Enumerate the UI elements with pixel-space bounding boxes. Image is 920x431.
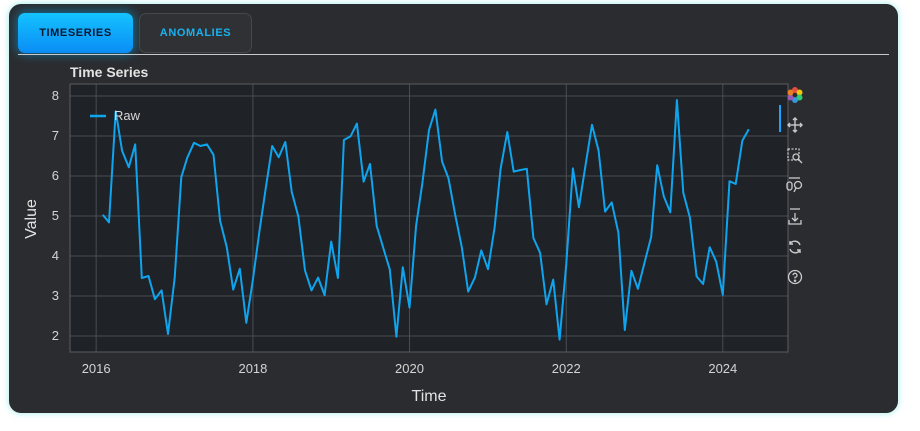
legend-label-raw: Raw <box>114 108 141 123</box>
x-tick-label: 2022 <box>552 361 581 376</box>
x-tick-label: 2016 <box>82 361 111 376</box>
x-axis-label: Time <box>412 388 447 405</box>
pan-icon[interactable] <box>784 114 806 136</box>
y-tick-label: 4 <box>52 248 59 263</box>
toolbar-active-indicator <box>779 105 781 132</box>
wheel-zoom-icon[interactable] <box>784 175 806 197</box>
save-icon[interactable] <box>784 206 806 228</box>
y-tick-label: 2 <box>52 328 59 343</box>
reset-icon[interactable] <box>784 236 806 258</box>
y-tick-label: 5 <box>52 208 59 223</box>
timeseries-chart: 2 3 4 5 6 7 8 2016 2018 2020 2022 2024 Raw Time Va… <box>23 83 789 405</box>
x-tick-label: 2024 <box>708 361 737 376</box>
y-tick-label: 3 <box>52 288 59 303</box>
bokeh-logo-icon[interactable] <box>784 84 806 106</box>
x-axis: 2016 2018 2020 2022 2024 <box>82 361 738 376</box>
y-tick-label: 6 <box>52 168 59 183</box>
y-tick-label: 7 <box>52 128 59 143</box>
y-axis: 2 3 4 5 6 7 8 <box>52 88 59 343</box>
y-axis-label: Value <box>23 199 40 239</box>
x-tick-label: 2018 <box>238 361 267 376</box>
x-tick-label: 2020 <box>395 361 424 376</box>
box-zoom-icon[interactable] <box>784 145 806 167</box>
y-tick-label: 8 <box>52 88 59 103</box>
help-icon[interactable] <box>784 266 806 288</box>
